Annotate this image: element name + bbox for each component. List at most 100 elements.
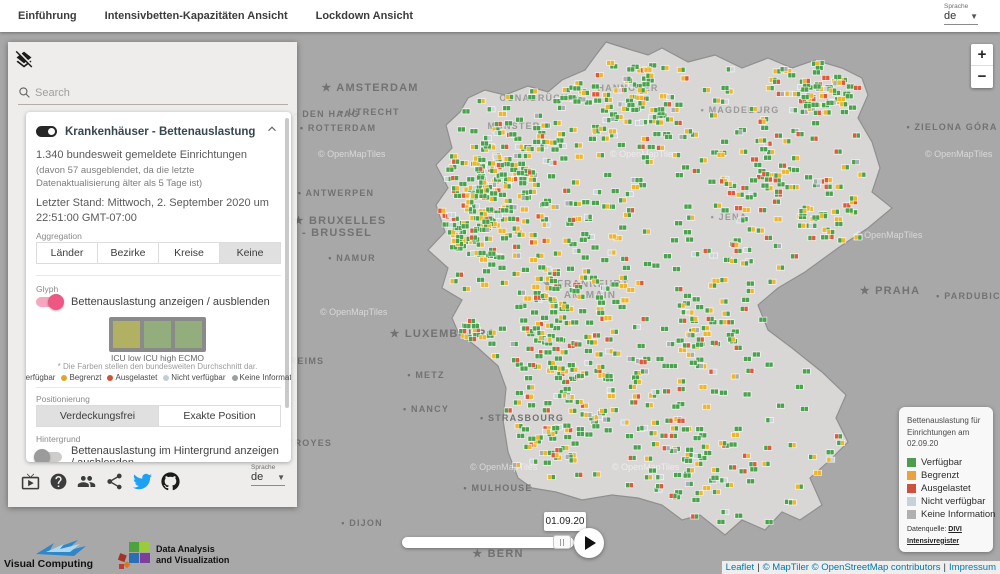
language-label: Sprache xyxy=(251,464,287,471)
layer-card-title: Krankenhäuser - Bettenauslastung xyxy=(65,126,255,138)
positioning-label: Positionierung xyxy=(36,394,279,404)
glyph-preview xyxy=(109,317,206,352)
layer-card: Krankenhäuser - Bettenauslastung 1.340 b… xyxy=(26,112,291,462)
video-icon[interactable] xyxy=(20,471,40,491)
status-keine-information: Keine Information xyxy=(232,373,291,382)
timeline-play-button[interactable] xyxy=(574,528,604,558)
aggregation-option-kreise[interactable]: Kreise xyxy=(159,242,220,264)
positioning-option-verdeckungsfrei[interactable]: Verdeckungsfrei xyxy=(36,405,159,427)
divider xyxy=(36,275,281,276)
city-label-nancy: • NANCY xyxy=(403,404,449,414)
aggregation-segmented-control: LänderBezirkeKreiseKeine xyxy=(36,242,281,264)
svg-text:© OpenMapTiles: © OpenMapTiles xyxy=(470,462,538,472)
dav-logo: Data Analysis and Visualization xyxy=(118,540,229,570)
nav-item-2[interactable]: Lockdown Ansicht xyxy=(316,10,413,22)
hidden-facilities-note: (davon 57 ausgeblendet, da die letzte Da… xyxy=(36,164,279,190)
nav-item-0[interactable]: Einführung xyxy=(18,10,77,22)
dav-logo-icon xyxy=(118,540,152,570)
chevron-down-icon: ▼ xyxy=(970,12,978,21)
glyph-cell-icu-high xyxy=(144,321,171,348)
legend-source: Datenquelle: DIVI xyxy=(907,526,986,533)
map-attribution: Leaflet | © MapTiler © OpenStreetMap con… xyxy=(722,561,1000,574)
city-label-praha: ★ PRAHA xyxy=(860,285,920,297)
legend-title: Bettenauslastung für Einrichtungen am 02… xyxy=(907,415,986,450)
svg-text:© OpenMapTiles: © OpenMapTiles xyxy=(318,149,386,159)
city-label-rotterdam: • ROTTERDAM xyxy=(300,123,376,133)
city-label-namur: • NAMUR xyxy=(328,253,376,263)
legend-item-begrenzt: Begrenzt xyxy=(907,470,986,481)
status-ausgelastet: Ausgelastet xyxy=(107,373,157,382)
city-label-strasbourg: • STRASBOURG xyxy=(480,413,564,423)
glyph-visibility-toggle[interactable] xyxy=(36,297,62,307)
intensivregister-link[interactable]: Intensivregister xyxy=(907,538,959,545)
glyph-cell-ecmo xyxy=(175,321,202,348)
divi-link[interactable]: DIVI xyxy=(948,526,962,533)
github-icon[interactable] xyxy=(160,471,180,491)
legend-item-nicht-verfügbar: Nicht verfügbar xyxy=(907,496,986,507)
legend-item-verfügbar: Verfügbar xyxy=(907,457,986,468)
city-label-bern: ★ BERN xyxy=(472,548,523,560)
legend-item-ausgelastet: Ausgelastet xyxy=(907,483,986,494)
positioning-segmented-control: VerdeckungsfreiExakte Position xyxy=(36,405,281,427)
legend-item-keine-information: Keine Information xyxy=(907,509,986,520)
nav-item-1[interactable]: Intensivbetten-Kapazitäten Ansicht xyxy=(105,10,288,22)
timeline-date-tooltip: 01.09.20 xyxy=(544,512,586,531)
impressum-link[interactable]: Impressum xyxy=(949,562,996,573)
svg-text:© OpenMapTiles: © OpenMapTiles xyxy=(320,307,388,317)
collapse-chevron-icon[interactable] xyxy=(265,122,279,141)
status-nicht-verfügbar: Nicht verfügbar xyxy=(163,373,225,382)
city-label-pardubice: • PARDUBICE xyxy=(936,291,1000,301)
share-icon[interactable] xyxy=(104,471,124,491)
city-label-antwerpen: • ANTWERPEN xyxy=(298,188,375,198)
maptiler-link[interactable]: © MapTiler xyxy=(763,562,809,573)
status-begrenzt: Begrenzt xyxy=(61,373,101,382)
city-label-utrecht: • UTRECHT xyxy=(340,107,399,117)
city-label-dijon: • DIJON xyxy=(341,518,383,528)
layers-off-icon[interactable] xyxy=(14,50,36,72)
visual-computing-logo: Visual Computing xyxy=(4,540,104,570)
chevron-down-icon: ▼ xyxy=(277,473,285,482)
twitter-icon[interactable] xyxy=(132,471,152,491)
visual-computing-swoosh-icon xyxy=(34,538,104,560)
search-field xyxy=(18,86,288,105)
zoom-in-button[interactable]: + xyxy=(971,44,993,66)
status-verfügbar: Verfügbar xyxy=(26,373,55,382)
search-input[interactable] xyxy=(35,87,275,99)
glyph-cell-icu-low xyxy=(113,321,140,348)
background-label: Hintergrund xyxy=(36,434,279,444)
zoom-out-button[interactable]: − xyxy=(971,66,993,88)
panel-toolbar xyxy=(20,471,286,491)
aggregation-option-länder[interactable]: Länder xyxy=(36,242,98,264)
glyph-label: Glyph xyxy=(36,284,279,294)
osm-link[interactable]: © OpenStreetMap contributors xyxy=(812,562,941,573)
navbar-language-select[interactable]: Sprache de▼ xyxy=(944,3,980,25)
play-icon xyxy=(585,536,596,550)
divider xyxy=(36,387,281,388)
card-scrollbar[interactable] xyxy=(285,118,289,408)
layer-visibility-toggle[interactable] xyxy=(36,126,57,137)
top-navbar: Einführung Intensivbetten-Kapazitäten Ans… xyxy=(0,0,1000,32)
aggregation-option-keine[interactable]: Keine xyxy=(220,242,281,264)
timeline-track[interactable] xyxy=(402,537,574,548)
positioning-option-exakte-position[interactable]: Exakte Position xyxy=(159,405,281,427)
aggregation-label: Aggregation xyxy=(36,231,279,241)
community-icon[interactable] xyxy=(76,471,96,491)
leaflet-link[interactable]: Leaflet xyxy=(726,562,755,573)
status-legend: VerfügbarBegrenztAusgelastetNicht verfüg… xyxy=(36,373,279,382)
background-glyph-toggle[interactable] xyxy=(36,452,62,462)
panel-language-select[interactable]: Sprache de▼ xyxy=(251,464,287,486)
city-label-mulhouse: • MULHOUSE xyxy=(463,483,532,493)
timeline-handle[interactable] xyxy=(553,535,571,549)
help-icon[interactable] xyxy=(48,471,68,491)
control-panel: Krankenhäuser - Bettenauslastung 1.340 b… xyxy=(8,42,297,507)
aggregation-option-bezirke[interactable]: Bezirke xyxy=(98,242,159,264)
svg-text:© OpenMapTiles: © OpenMapTiles xyxy=(855,230,923,240)
city-label-amsterdam: ★ AMSTERDAM xyxy=(321,82,418,94)
language-label: Sprache xyxy=(944,3,980,10)
search-icon xyxy=(18,86,31,99)
background-toggle-label: Bettenauslastung im Hintergrund anzeigen… xyxy=(71,445,279,462)
svg-text:© OpenMapTiles: © OpenMapTiles xyxy=(925,149,993,159)
city-label--brussel: - BRUSSEL xyxy=(302,227,372,239)
map-legend: Bettenauslastung für Einrichtungen am 02… xyxy=(899,407,993,552)
app-root: © OpenMapTiles © OpenMapTiles © OpenMapTil… xyxy=(0,0,1000,574)
